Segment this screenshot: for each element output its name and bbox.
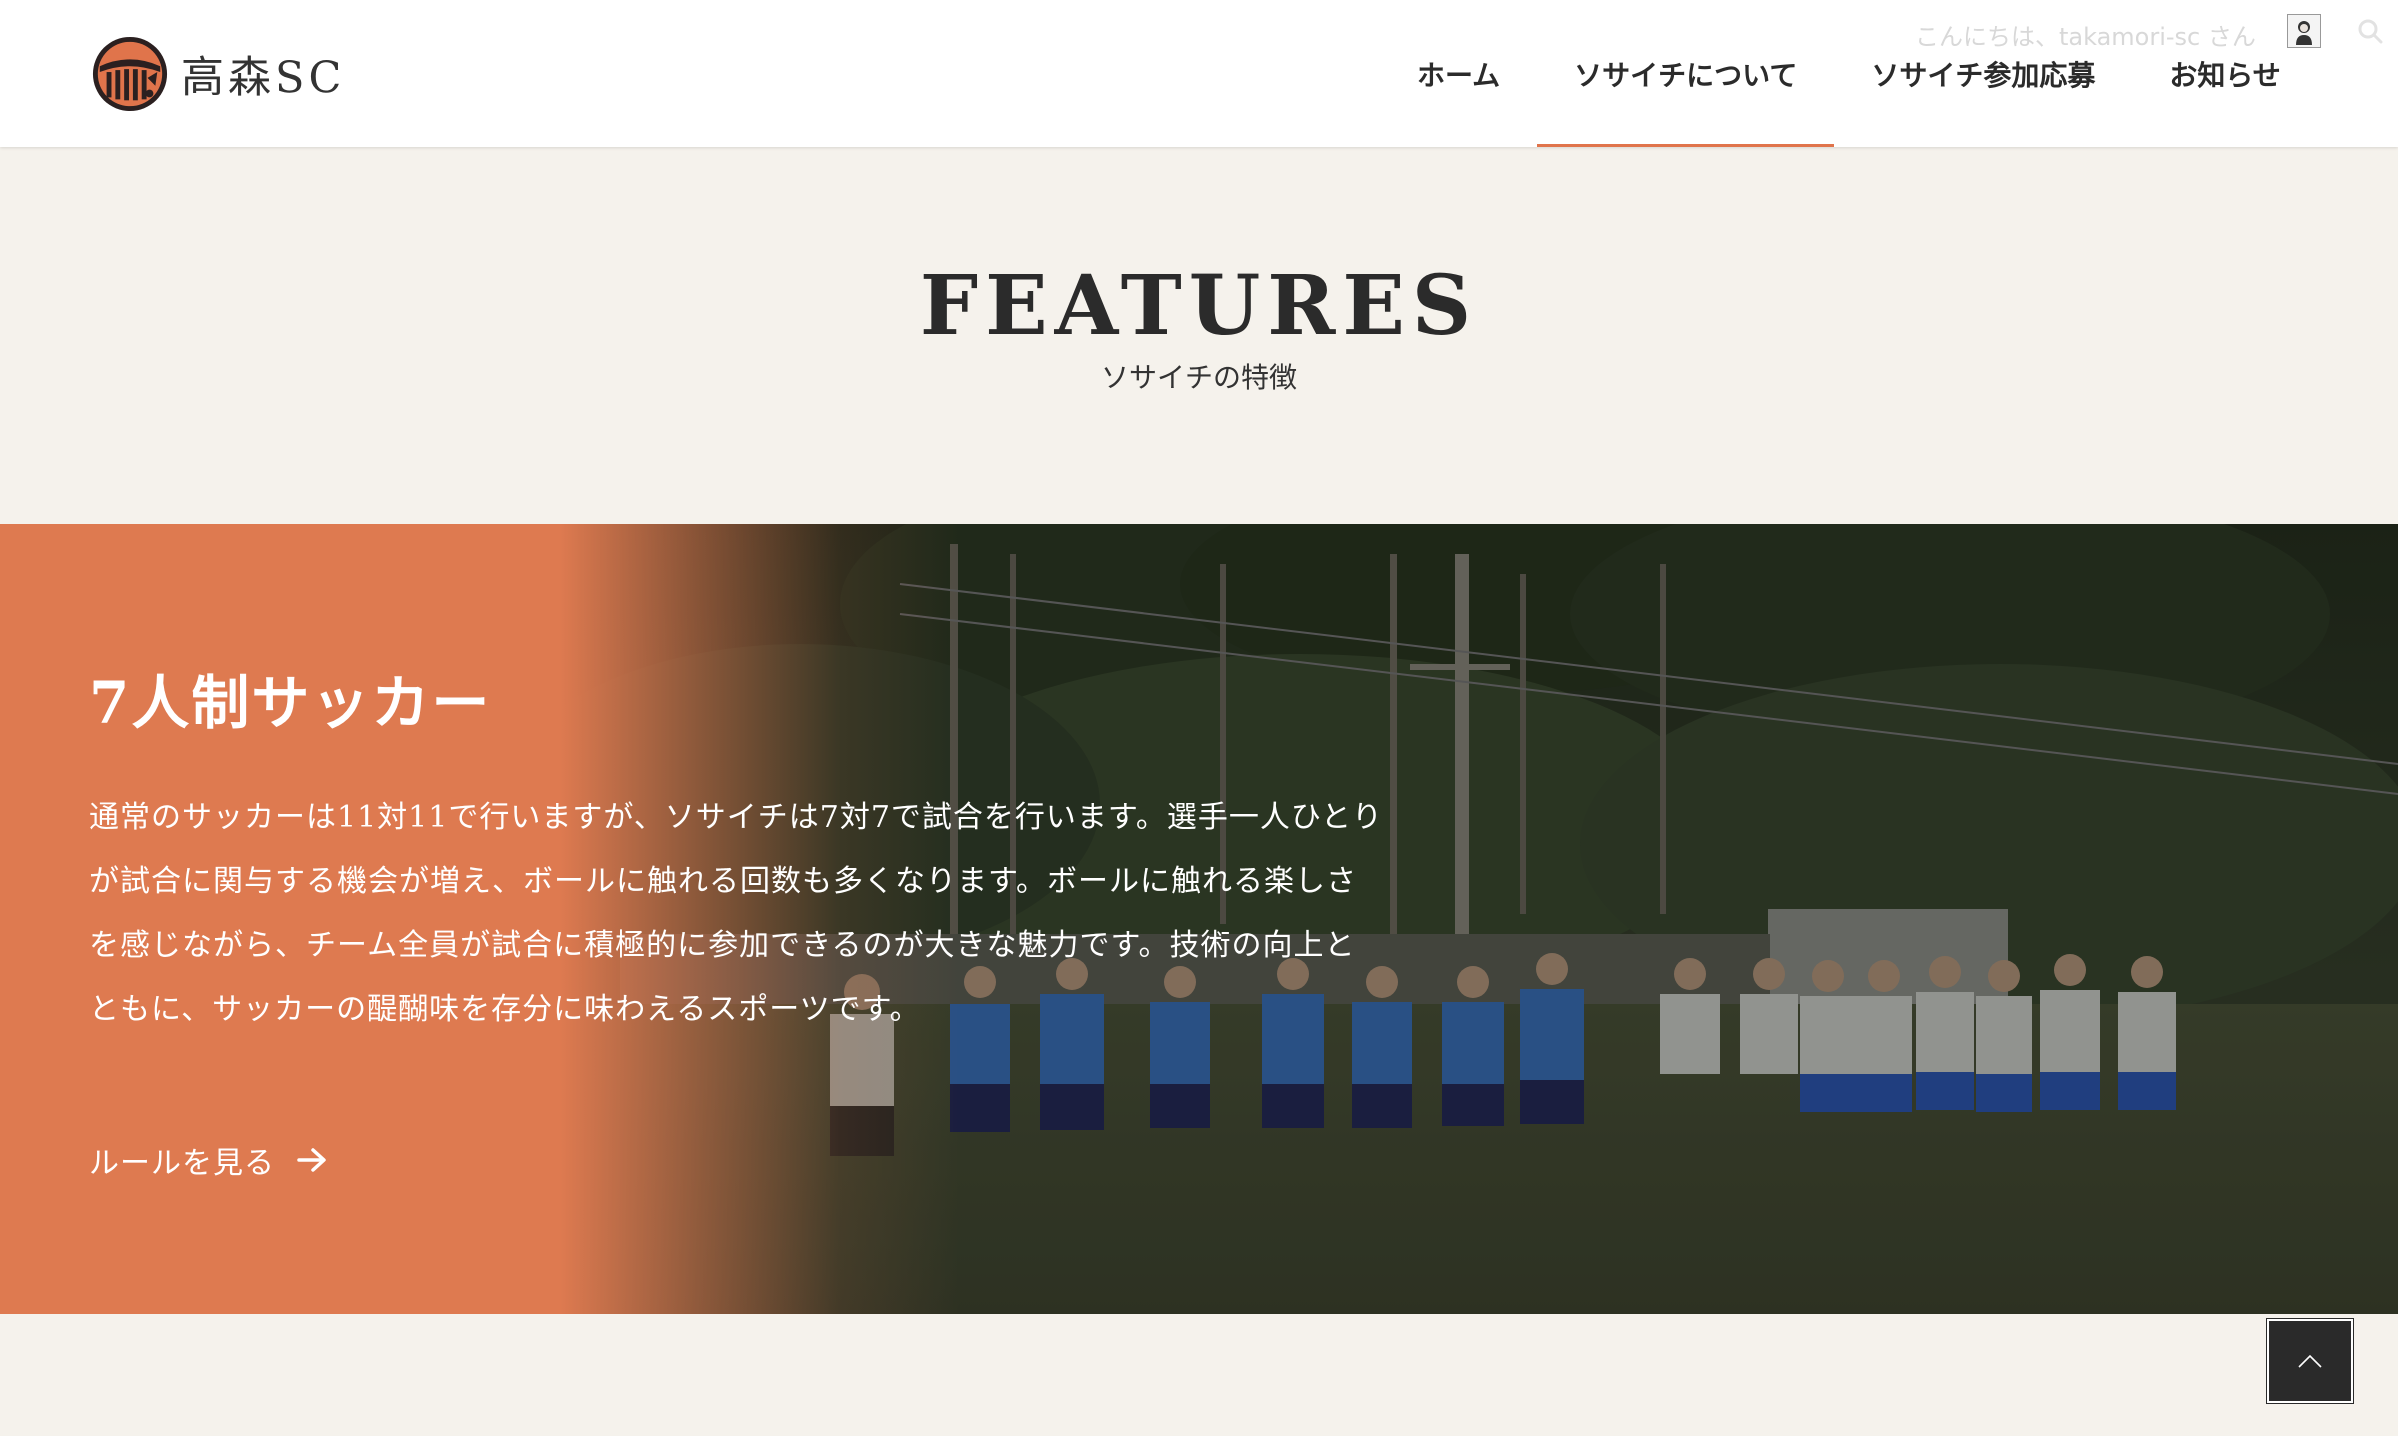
site-logo[interactable]: 高森SC bbox=[91, 35, 345, 113]
view-rules-link[interactable]: ルールを見る bbox=[89, 1138, 327, 1182]
user-avatar-icon[interactable] bbox=[2287, 14, 2321, 48]
feature-heading: 7人制サッカー bbox=[89, 669, 492, 737]
section-subtitle: ソサイチの特徴 bbox=[1100, 361, 1297, 394]
team-crest-icon bbox=[92, 36, 168, 112]
feature-description-line: ともに、サッカーの醍醐味を存分に味わえるスポーツです。 bbox=[89, 992, 921, 1027]
feature-description-line: 通常のサッカーは11対11で行いますが、ソサイチは7対7で試合を行います。選手一… bbox=[89, 800, 1384, 835]
nav-item-home[interactable]: ホーム bbox=[1380, 0, 1537, 147]
chevron-up-icon bbox=[2298, 1354, 2322, 1368]
feature-block: 7人制サッカー 通常のサッカーは11対11で行いますが、ソサイチは7対7で試合を… bbox=[0, 524, 2398, 1314]
user-greeting: こんにちは、takamori-sc さん bbox=[1915, 23, 2256, 51]
nav-item-about[interactable]: ソサイチについて bbox=[1537, 0, 1835, 147]
view-rules-label: ルールを見る bbox=[89, 1146, 275, 1181]
feature-description-line: が試合に関与する機会が増え、ボールに触れる回数も多くなります。ボールに触れる楽し… bbox=[89, 864, 1357, 899]
section-title: FEATURES bbox=[919, 258, 1479, 354]
arrow-right-icon bbox=[297, 1148, 326, 1172]
site-header: 高森SC ホーム ソサイチについて ソサイチ参加応募 お知らせ こんにちは、ta… bbox=[0, 0, 2398, 147]
feature-description-line: を感じながら、チーム全員が試合に積極的に参加できるのが大きな魅力です。技術の向上… bbox=[89, 928, 1356, 963]
search-icon[interactable] bbox=[2353, 14, 2387, 48]
feature-description: 通常のサッカーは11対11で行いますが、ソサイチは7対7で試合を行います。選手一… bbox=[89, 786, 1419, 1042]
back-to-top-button[interactable] bbox=[2266, 1318, 2354, 1404]
site-name: 高森SC bbox=[181, 53, 346, 103]
